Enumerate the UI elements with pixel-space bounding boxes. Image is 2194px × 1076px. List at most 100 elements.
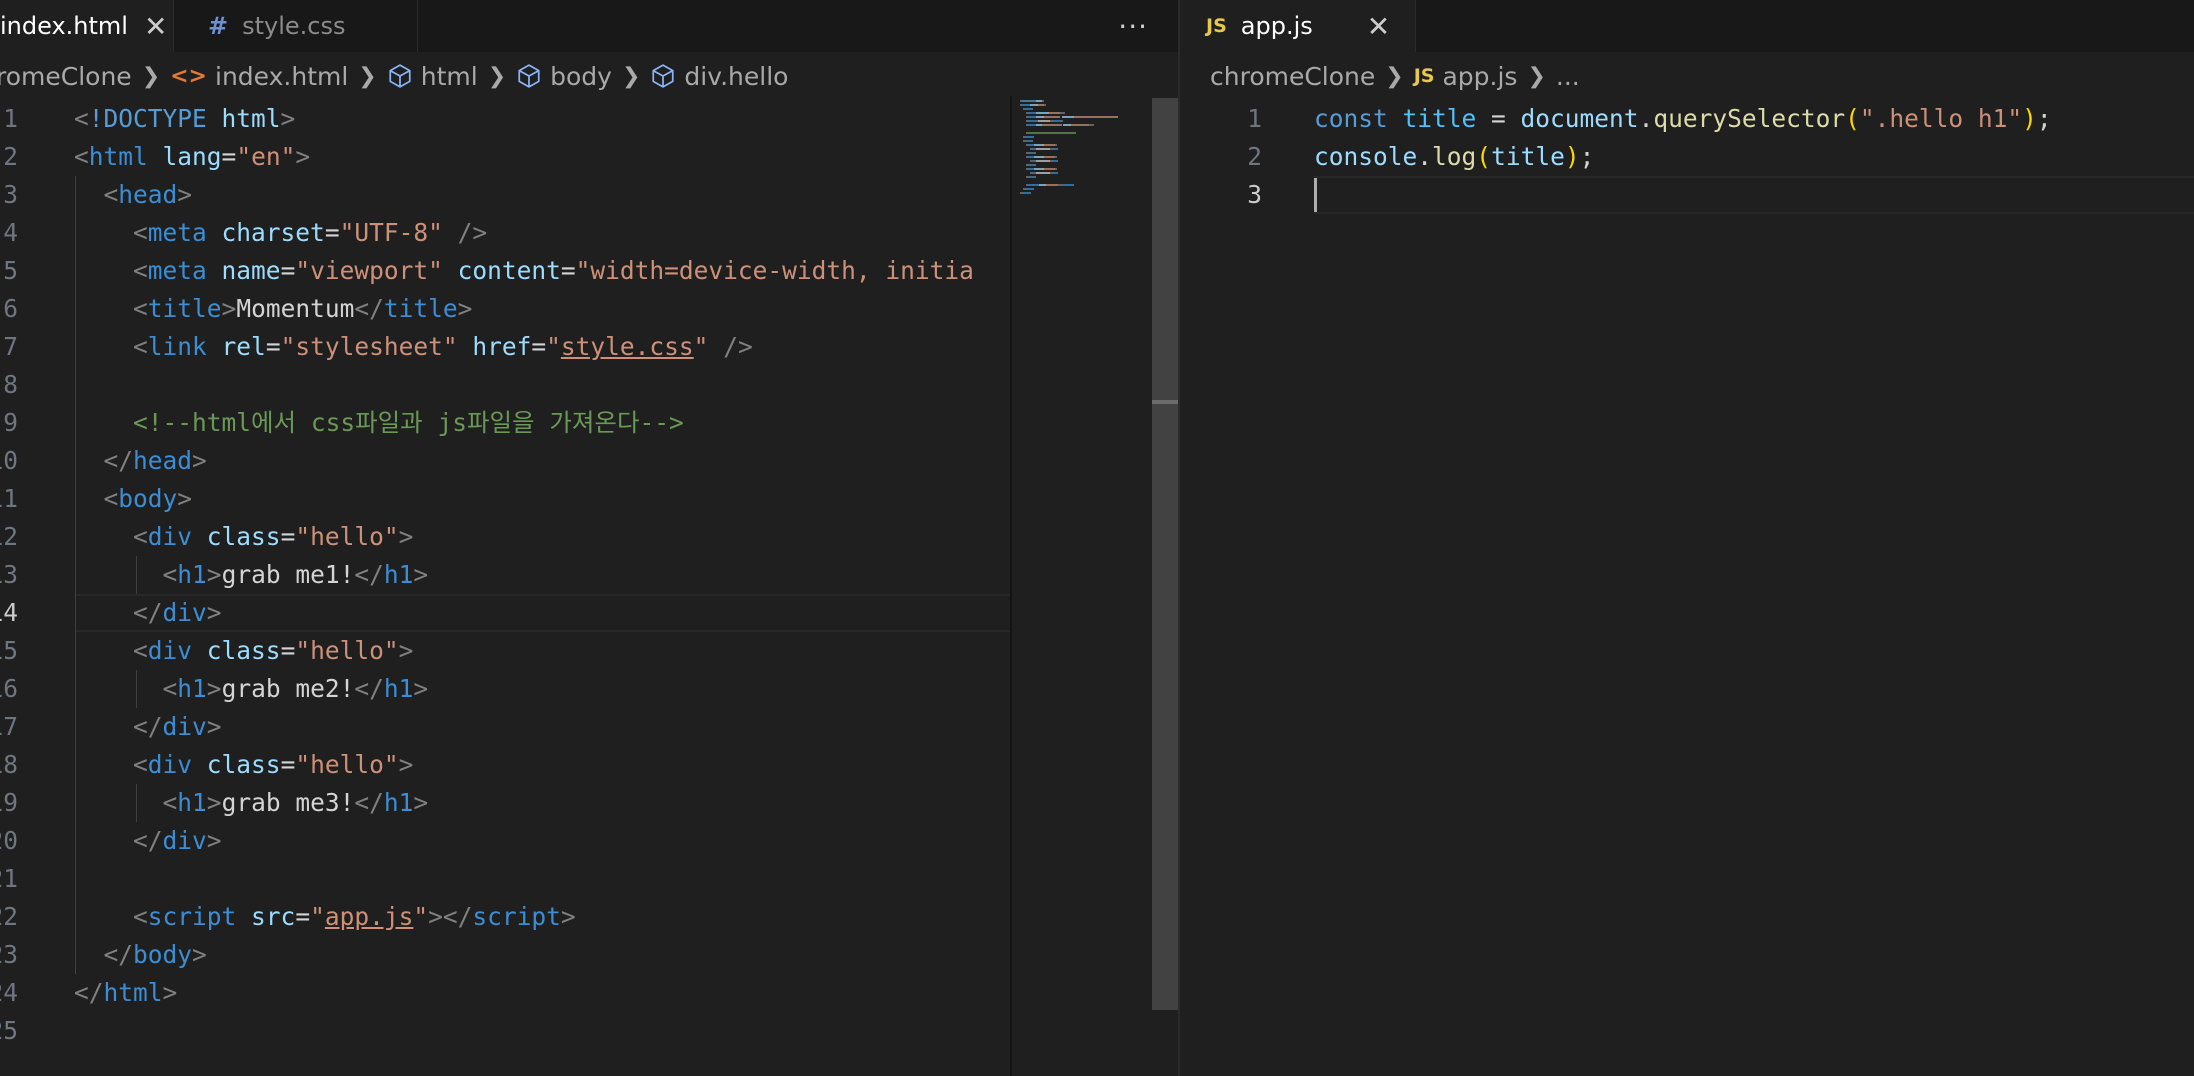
code-token: ) <box>1564 142 1580 171</box>
code-token: < <box>74 104 89 133</box>
minimap-token <box>1034 156 1043 158</box>
code-token: "stylesheet" <box>280 332 458 361</box>
code-token: charset <box>221 218 325 247</box>
code-line: 8 <box>0 366 1178 404</box>
scrollbar-thumb[interactable] <box>1152 98 1178 1010</box>
breadcrumb-file[interactable]: <> index.html <box>170 62 348 91</box>
code-editor-html[interactable]: 1 <!DOCTYPE html> 2 <html lang="en"> 3 <head… <box>0 100 1178 1076</box>
minimap-token <box>1028 116 1036 118</box>
code-token: < <box>133 294 148 323</box>
code-line: 17 </div> <box>0 708 1178 746</box>
code-token: body <box>133 940 193 969</box>
minimap-token <box>1074 116 1118 118</box>
minimap-token <box>1036 148 1051 150</box>
code-token: > <box>192 940 207 969</box>
text-cursor <box>1314 178 1317 212</box>
code-text: <head> <box>74 176 193 214</box>
code-token[interactable]: style.css <box>561 332 694 361</box>
code-text: <link rel="stylesheet" href="style.css" … <box>74 328 753 366</box>
code-token: div <box>162 712 207 741</box>
code-token: > <box>192 446 207 475</box>
code-token: > <box>177 484 193 513</box>
minimap[interactable] <box>1012 96 1150 1076</box>
code-line: 18 <div class="hello"> <box>0 746 1178 784</box>
code-token: grab me1! <box>221 560 355 589</box>
minimap-token <box>1056 160 1059 162</box>
code-token: = <box>280 256 296 285</box>
line-number: 18 <box>0 750 18 779</box>
code-line: 15 <div class="hello"> <box>0 632 1178 670</box>
code-token: title <box>1491 142 1565 171</box>
minimap-token <box>1044 168 1056 170</box>
breadcrumb-symbols[interactable]: ... <box>1556 62 1580 91</box>
chevron-right-icon: ❯ <box>358 63 377 89</box>
close-icon[interactable]: ✕ <box>144 10 167 43</box>
chevron-right-icon: ❯ <box>1385 63 1404 89</box>
code-token: div <box>147 750 207 779</box>
code-editor-js[interactable]: 1 const title = document.querySelector(".… <box>1180 100 2194 1076</box>
minimap-token <box>1032 136 1035 138</box>
code-token: > <box>162 978 178 1007</box>
code-line: 19 <h1>grab me3!</h1> <box>0 784 1178 822</box>
editor-pane-right[interactable]: JS app.js ✕ chromeClone ❯ JS app.js ❯ ..… <box>1180 0 2194 1076</box>
minimap-token <box>1036 112 1048 114</box>
css-file-icon: # <box>208 12 229 40</box>
minimap-token <box>1044 104 1046 106</box>
code-token: " <box>693 332 709 361</box>
code-token: < <box>133 256 148 285</box>
breadcrumb-symbol-body[interactable]: body <box>516 62 612 91</box>
code-token: document <box>1520 104 1639 133</box>
code-token: div <box>147 522 207 551</box>
minimap-token <box>1021 104 1030 106</box>
code-token: "hello" <box>295 750 399 779</box>
minimap-token <box>1061 120 1064 122</box>
tab-style-css[interactable]: # style.css <box>174 0 418 52</box>
code-token: "hello" <box>295 522 399 551</box>
code-token[interactable]: app.js <box>325 902 414 931</box>
editor-pane-left[interactable]: index.html ✕ # style.css ··· romeClone ❯… <box>0 0 1178 1076</box>
code-token: = <box>221 142 237 171</box>
code-token: link <box>147 332 222 361</box>
code-text: <!DOCTYPE html> <box>74 100 295 138</box>
code-text: </div> <box>74 594 222 632</box>
code-token: h1 <box>177 560 207 589</box>
line-number: 2 <box>1247 142 1262 171</box>
code-token: = <box>280 750 296 779</box>
code-token: > <box>206 560 222 589</box>
code-token: class <box>206 750 281 779</box>
line-number: 21 <box>0 864 18 893</box>
breadcrumb-symbol-html[interactable]: html <box>387 62 478 91</box>
code-token: = <box>280 636 296 665</box>
code-token: " <box>413 902 429 931</box>
code-token: grab me2! <box>221 674 355 703</box>
code-token: < <box>133 218 148 247</box>
indent-guide <box>136 556 137 594</box>
code-token: h1 <box>383 560 414 589</box>
breadcrumb-file[interactable]: JS app.js <box>1414 62 1518 91</box>
line-number: 4 <box>3 218 18 247</box>
breadcrumb-symbol-div[interactable]: div.hello <box>650 62 788 91</box>
code-text: const title = document.querySelector(".h… <box>1314 100 2052 138</box>
code-token: grab me3! <box>221 788 355 817</box>
more-actions-icon[interactable]: ··· <box>1118 0 1148 52</box>
js-file-icon: JS <box>1413 65 1435 87</box>
breadcrumb-folder[interactable]: romeClone <box>0 62 132 91</box>
code-token: </ <box>354 294 384 323</box>
tab-index-html[interactable]: index.html ✕ <box>0 0 174 52</box>
breadcrumb-folder[interactable]: chromeClone <box>1210 62 1375 91</box>
code-token: !DOCTYPE <box>88 104 222 133</box>
breadcrumb: chromeClone ❯ JS app.js ❯ ... <box>1180 54 2194 98</box>
minimap-token <box>1053 120 1062 122</box>
indent-guide <box>136 784 137 822</box>
close-icon[interactable]: ✕ <box>1367 10 1390 43</box>
code-token: console <box>1314 142 1418 171</box>
tab-app-js[interactable]: JS app.js ✕ <box>1180 0 1416 52</box>
code-token: = <box>1476 104 1521 133</box>
code-token: > <box>398 636 414 665</box>
